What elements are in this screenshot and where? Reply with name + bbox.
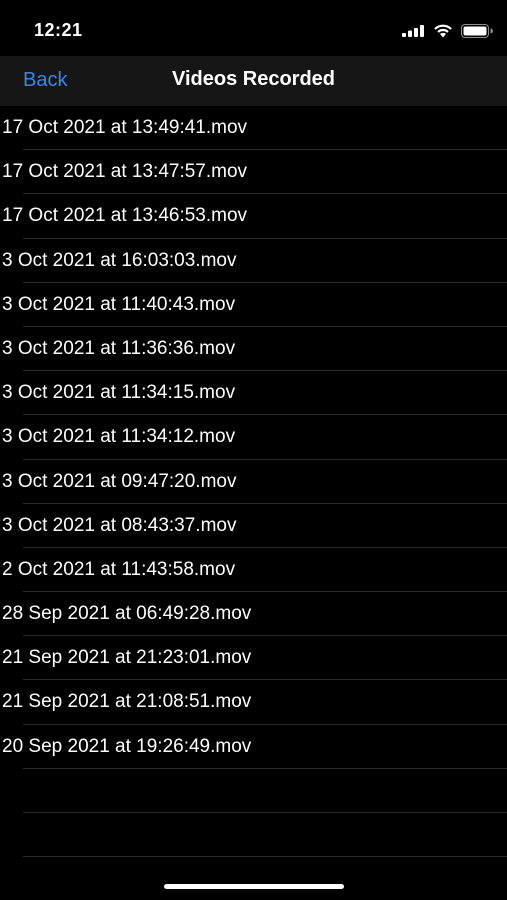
battery-icon bbox=[461, 24, 493, 38]
video-filename: 3 Oct 2021 at 11:34:15.mov bbox=[2, 382, 236, 404]
video-filename: 17 Oct 2021 at 13:47:57.mov bbox=[2, 161, 248, 183]
page-title: Videos Recorded bbox=[171, 68, 336, 90]
video-filename: 2 Oct 2021 at 11:43:58.mov bbox=[2, 558, 236, 580]
wifi-icon bbox=[434, 24, 452, 38]
video-filename: 20 Sep 2021 at 19:26:49.mov bbox=[2, 735, 252, 757]
video-filename: 28 Sep 2021 at 06:49:28.mov bbox=[2, 603, 252, 625]
video-filename: 3 Oct 2021 at 09:47:20.mov bbox=[2, 470, 237, 492]
video-list-item[interactable]: 17 Oct 2021 at 13:49:41.mov bbox=[0, 106, 507, 151]
video-list-item[interactable]: 28 Sep 2021 at 06:49:28.mov bbox=[0, 592, 507, 637]
empty-list-row bbox=[0, 769, 507, 814]
video-list-item[interactable]: 3 Oct 2021 at 09:47:20.mov bbox=[0, 460, 507, 504]
video-list-item[interactable]: 2 Oct 2021 at 11:43:58.mov bbox=[0, 548, 507, 593]
home-indicator[interactable] bbox=[164, 884, 344, 889]
video-list-item[interactable]: 21 Sep 2021 at 21:08:51.mov bbox=[0, 680, 507, 725]
video-filename: 21 Sep 2021 at 21:08:51.mov bbox=[2, 691, 252, 713]
video-list: 17 Oct 2021 at 13:49:41.mov 17 Oct 2021 … bbox=[0, 106, 507, 858]
status-bar: 12:21 bbox=[0, 0, 507, 56]
video-list-item[interactable]: 21 Sep 2021 at 21:23:01.mov bbox=[0, 636, 507, 681]
video-filename: 3 Oct 2021 at 16:03:03.mov bbox=[2, 249, 237, 271]
status-time: 12:21 bbox=[34, 20, 83, 40]
video-list-item[interactable]: 3 Oct 2021 at 16:03:03.mov bbox=[0, 239, 507, 283]
video-filename: 17 Oct 2021 at 13:49:41.mov bbox=[2, 117, 248, 138]
video-filename: 17 Oct 2021 at 13:46:53.mov bbox=[2, 205, 248, 227]
video-list-item[interactable]: 3 Oct 2021 at 08:43:37.mov bbox=[0, 504, 507, 549]
navigation-bar: Back Videos Recorded bbox=[0, 56, 507, 106]
video-list-item[interactable]: 3 Oct 2021 at 11:36:36.mov bbox=[0, 327, 507, 372]
cellular-signal-icon bbox=[402, 25, 424, 37]
video-filename: 3 Oct 2021 at 11:36:36.mov bbox=[2, 337, 236, 359]
video-list-item[interactable]: 3 Oct 2021 at 11:34:12.mov bbox=[0, 415, 507, 460]
video-list-item[interactable]: 20 Sep 2021 at 19:26:49.mov bbox=[0, 725, 507, 770]
empty-list-row bbox=[0, 813, 507, 858]
video-list-item[interactable]: 3 Oct 2021 at 11:34:15.mov bbox=[0, 371, 507, 416]
video-filename: 3 Oct 2021 at 11:40:43.mov bbox=[2, 293, 236, 315]
video-list-item[interactable]: 17 Oct 2021 at 13:47:57.mov bbox=[0, 150, 507, 195]
video-list-item[interactable]: 17 Oct 2021 at 13:46:53.mov bbox=[0, 194, 507, 239]
video-filename: 3 Oct 2021 at 11:34:12.mov bbox=[2, 426, 236, 448]
video-list-item[interactable]: 3 Oct 2021 at 11:40:43.mov bbox=[0, 283, 507, 328]
video-filename: 3 Oct 2021 at 08:43:37.mov bbox=[2, 514, 237, 536]
video-filename: 21 Sep 2021 at 21:23:01.mov bbox=[2, 647, 252, 669]
